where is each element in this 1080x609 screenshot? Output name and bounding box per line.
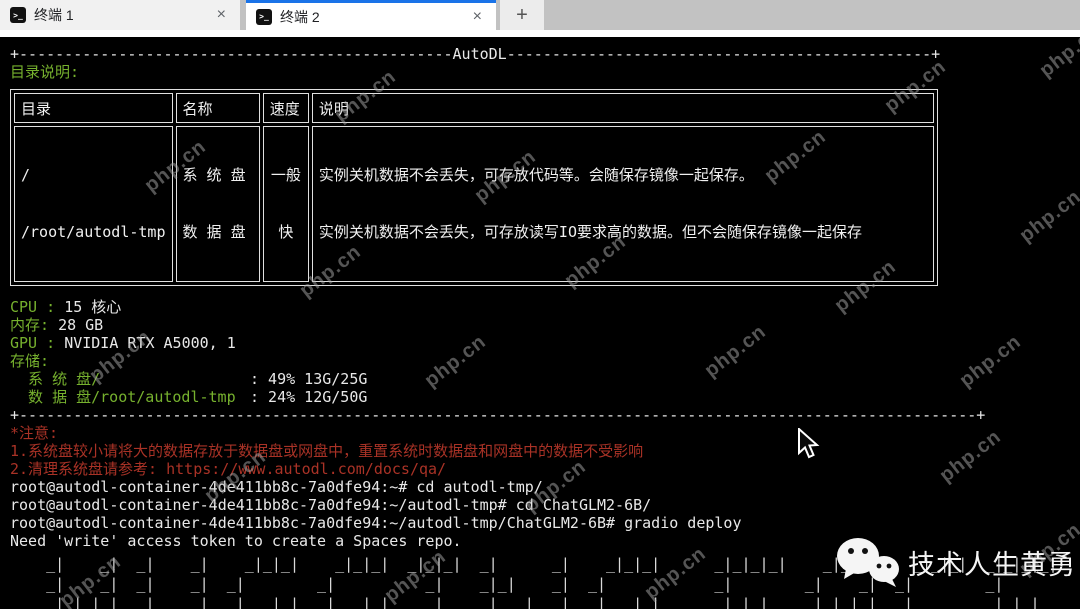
name-data: 数 据 盘 (183, 222, 253, 243)
mouse-cursor (797, 428, 821, 460)
speed-data: 快 (270, 222, 302, 243)
cpu-value: 15 核心 (64, 298, 121, 316)
directory-table: 目录 名称 速度 说明 / /root/autodl-tmp 系 统 盘 数 据… (10, 89, 938, 286)
terminal-icon: >_ (256, 9, 272, 25)
notice-title: *注意: (10, 424, 1080, 442)
tab-label: 终端 1 (34, 5, 205, 25)
new-tab-button[interactable]: + (500, 0, 544, 30)
tab-terminal-2[interactable]: >_ 终端 2 × (246, 0, 496, 30)
col-header-desc: 说明 (312, 93, 934, 123)
data-disk-usage: : 24% 12G/50G (250, 388, 367, 406)
close-icon[interactable]: × (469, 8, 486, 26)
memory-value: 28 GB (58, 316, 103, 334)
shell-command-gradio-deploy: root@autodl-container-4de411bb8c-7a0dfe9… (10, 514, 1080, 532)
sysinfo-cpu: CPU : 15 核心 (10, 298, 1080, 316)
cell-name: 系 统 盘 数 据 盘 (176, 126, 260, 282)
tab-bar: >_ 终端 1 × >_ 终端 2 × + (0, 0, 1080, 30)
storage-label: 存储: (10, 352, 49, 370)
desc-system: 实例关机数据不会丢失，可存放代码等。会随保存镜像一起保存。 (319, 165, 927, 186)
data-disk-label: 数 据 盘/root/autodl-tmp (10, 388, 250, 406)
dir-note-label: 目录说明: (10, 63, 1080, 81)
shell-command-cd-autodl-tmp: root@autodl-container-4de411bb8c-7a0dfe9… (10, 478, 1080, 496)
sysinfo-storage: 存储: (10, 352, 1080, 370)
desc-data: 实例关机数据不会丢失，可存放读写IO要求高的数据。但不会随保存镜像一起保存 (319, 222, 927, 243)
terminal-icon: >_ (10, 7, 26, 23)
cell-speed: 一般 快 (263, 126, 309, 282)
table-header-row: 目录 名称 速度 说明 (14, 93, 934, 123)
terminal-screen[interactable]: +---------------------------------------… (0, 37, 1080, 609)
cell-dir: / /root/autodl-tmp (14, 126, 173, 282)
shell-command-cd-chatglm2: root@autodl-container-4de411bb8c-7a0dfe9… (10, 496, 1080, 514)
close-icon[interactable]: × (213, 6, 230, 24)
sysinfo-system-disk: 系 统 盘/: 49% 13G/25G (10, 370, 1080, 388)
memory-label: 内存: (10, 316, 58, 334)
cpu-label: CPU : (10, 298, 64, 316)
dir-data: /root/autodl-tmp (21, 222, 166, 243)
sysinfo-gpu: GPU : NVIDIA RTX A5000, 1 (10, 334, 1080, 352)
shell-output-need-write-token: Need 'write' access token to create a Sp… (10, 532, 1080, 550)
notice-line-1: 1.系统盘较小请将大的数据存放于数据盘或网盘中，重置系统时数据盘和网盘中的数据不… (10, 442, 1080, 460)
dir-system: / (21, 165, 166, 186)
system-disk-label: 系 统 盘/ (10, 370, 250, 388)
gpu-label: GPU : (10, 334, 64, 352)
gpu-value: NVIDIA RTX A5000, 1 (64, 334, 236, 352)
tab-label: 终端 2 (280, 7, 461, 27)
sysinfo-data-disk: 数 据 盘/root/autodl-tmp: 24% 12G/50G (10, 388, 1080, 406)
table-row: / /root/autodl-tmp 系 统 盘 数 据 盘 一般 快 实例关机… (14, 126, 934, 282)
tab-terminal-1[interactable]: >_ 终端 1 × (0, 0, 240, 30)
hugging-face-ascii-banner: _| _| _| _| _|_|_| _|_|_| _|_|_| _| _| _… (10, 554, 1080, 609)
col-header-name: 名称 (176, 93, 260, 123)
tabbar-divider (0, 30, 1080, 37)
col-header-dir: 目录 (14, 93, 173, 123)
separator-line: +---------------------------------------… (10, 406, 1080, 424)
name-system: 系 统 盘 (183, 165, 253, 186)
system-disk-usage: : 49% 13G/25G (250, 370, 367, 388)
notice-line-2-docs-url: 2.清理系统盘请参考: https://www.autodl.com/docs/… (10, 460, 1080, 478)
col-header-speed: 速度 (263, 93, 309, 123)
speed-system: 一般 (270, 165, 302, 186)
cell-desc: 实例关机数据不会丢失，可存放代码等。会随保存镜像一起保存。 实例关机数据不会丢失… (312, 126, 934, 282)
sysinfo-memory: 内存: 28 GB (10, 316, 1080, 334)
autodl-banner-line: +---------------------------------------… (10, 45, 1080, 63)
